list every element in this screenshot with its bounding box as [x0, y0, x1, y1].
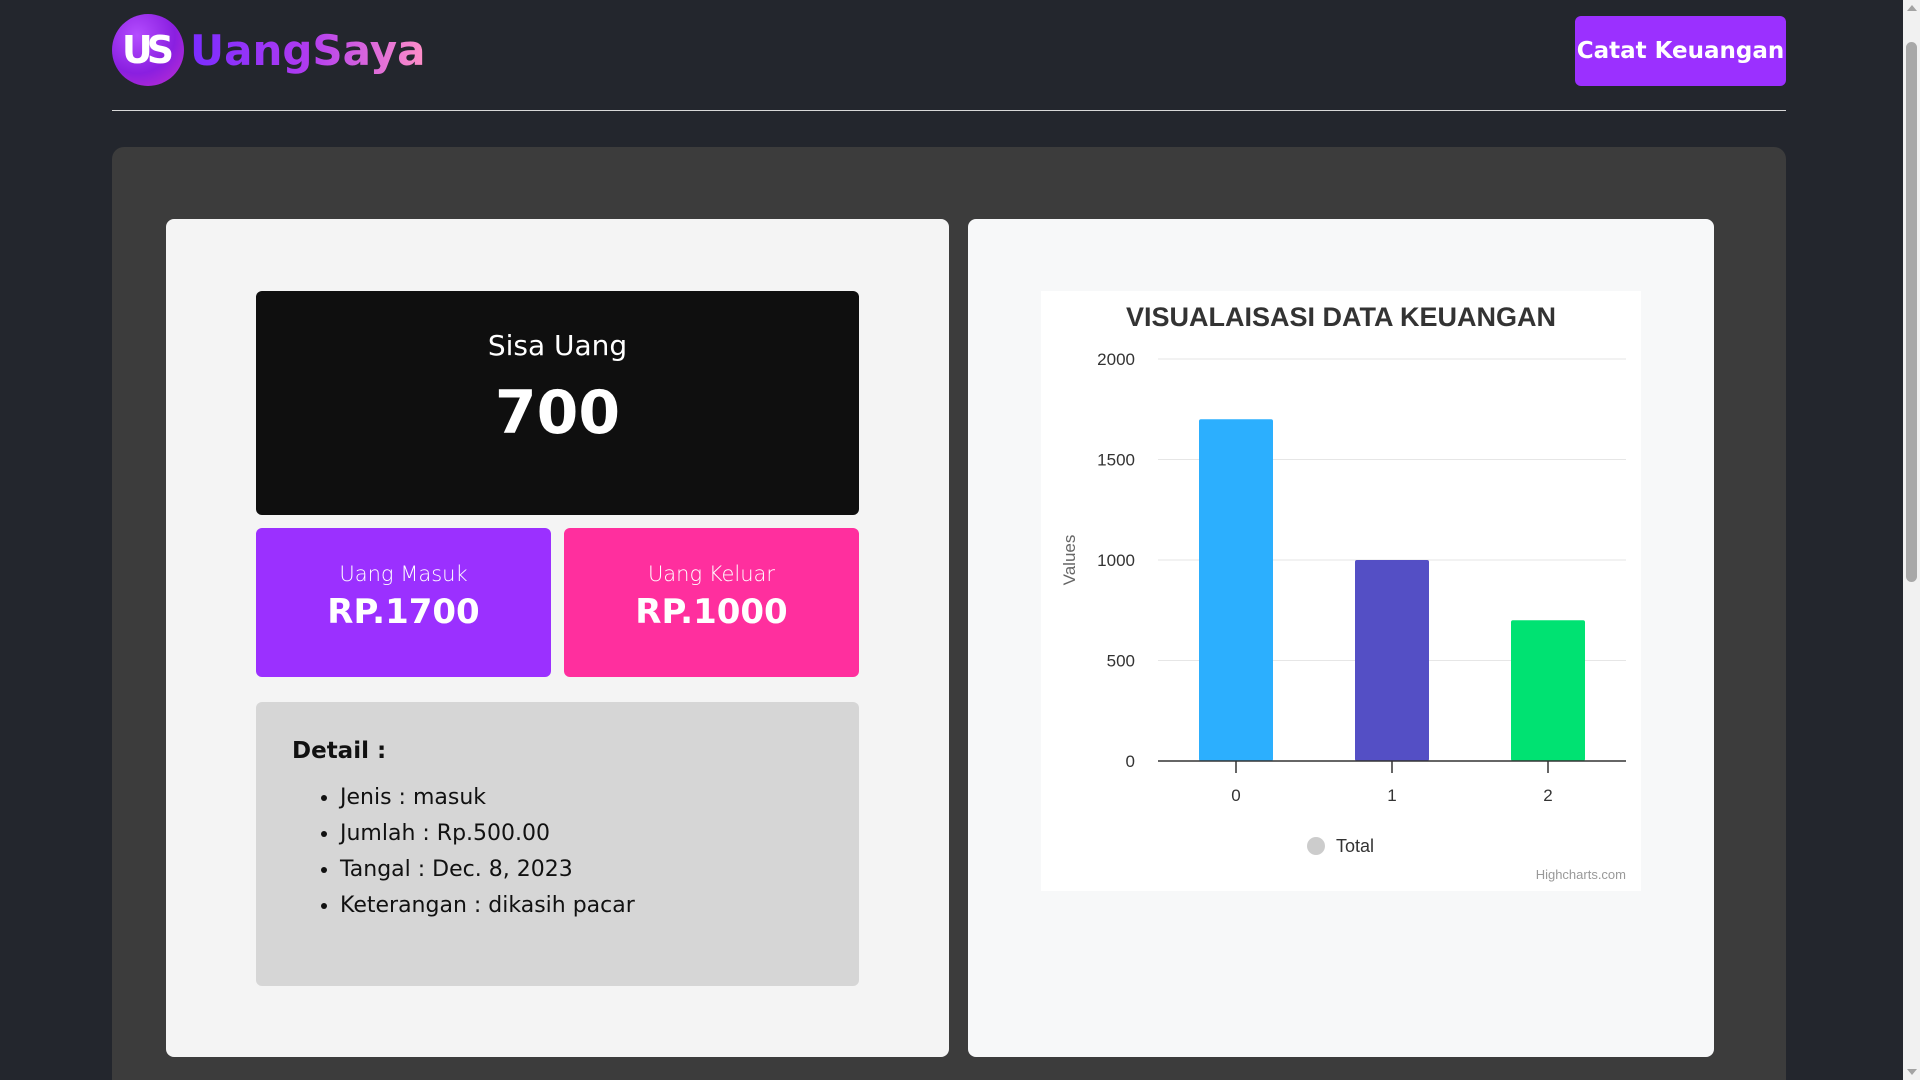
detail-item-tanggal: Tangal : Dec. 8, 2023	[340, 852, 859, 888]
detail-item-jenis: Jenis : masuk	[340, 780, 859, 816]
x-tick-label: 2	[1543, 786, 1552, 805]
x-tick-label: 1	[1387, 786, 1396, 805]
scrollbar-thumb[interactable]	[1906, 42, 1917, 582]
logo-text: UangSaya	[190, 25, 426, 75]
income-panel: Uang Masuk RP.1700	[256, 528, 551, 677]
bar	[1199, 419, 1273, 761]
balance-label: Sisa Uang	[487, 329, 628, 362]
legend-label: Total	[1336, 836, 1374, 856]
legend-marker	[1307, 837, 1325, 855]
detail-item-keterangan: Keterangan : dikasih pacar	[340, 888, 859, 924]
detail-list: Jenis : masuk Jumlah : Rp.500.00 Tangal …	[292, 780, 859, 924]
income-value: RP.1700	[327, 592, 480, 632]
y-tick-label: 500	[1107, 652, 1135, 671]
summary-card: Sisa Uang 700 Uang Masuk RP.1700 Uang Ke…	[166, 219, 949, 1057]
chart-title: VISUALAISASI DATA KEUANGAN	[1126, 302, 1556, 332]
bar	[1355, 560, 1429, 761]
balance-value: 700	[494, 378, 621, 448]
detail-item-jumlah: Jumlah : Rp.500.00	[340, 816, 859, 852]
logo[interactable]: US UangSaya	[112, 14, 425, 86]
detail-panel: Detail : Jenis : masuk Jumlah : Rp.500.0…	[256, 702, 859, 986]
chart-credits: Highcharts.com	[1536, 867, 1626, 882]
detail-title: Detail :	[292, 738, 387, 764]
x-tick-label: 0	[1231, 786, 1240, 805]
expense-label: Uang Keluar	[647, 562, 776, 586]
chart-card: VISUALAISASI DATA KEUANGAN 0 500 1000 1500 20…	[968, 219, 1714, 1057]
balance-panel: Sisa Uang 700	[256, 291, 859, 515]
chart-container: VISUALAISASI DATA KEUANGAN 0 500 1000 1500 20…	[1041, 291, 1641, 891]
income-label: Uang Masuk	[339, 562, 468, 586]
scroll-down-arrow-icon[interactable]	[1907, 1069, 1917, 1075]
scrollbar[interactable]	[1903, 0, 1920, 1080]
y-tick-label: 0	[1126, 752, 1135, 771]
expense-panel: Uang Keluar RP.1000	[564, 528, 859, 677]
header: US UangSaya Catat Keuangan	[112, 0, 1786, 111]
catat-keuangan-button[interactable]: Catat Keuangan	[1575, 16, 1786, 86]
y-axis-label: Values	[1060, 535, 1079, 586]
scroll-up-arrow-icon[interactable]	[1907, 5, 1917, 11]
y-tick-label: 1500	[1097, 451, 1135, 470]
expense-value: RP.1000	[635, 592, 788, 632]
logo-icon: US	[112, 14, 184, 86]
y-tick-label: 2000	[1097, 350, 1135, 369]
bar	[1511, 620, 1585, 761]
y-tick-label: 1000	[1097, 551, 1135, 570]
main-container: Sisa Uang 700 Uang Masuk RP.1700 Uang Ke…	[112, 147, 1786, 1080]
bar-chart: VISUALAISASI DATA KEUANGAN05001000150020…	[1060, 302, 1626, 882]
